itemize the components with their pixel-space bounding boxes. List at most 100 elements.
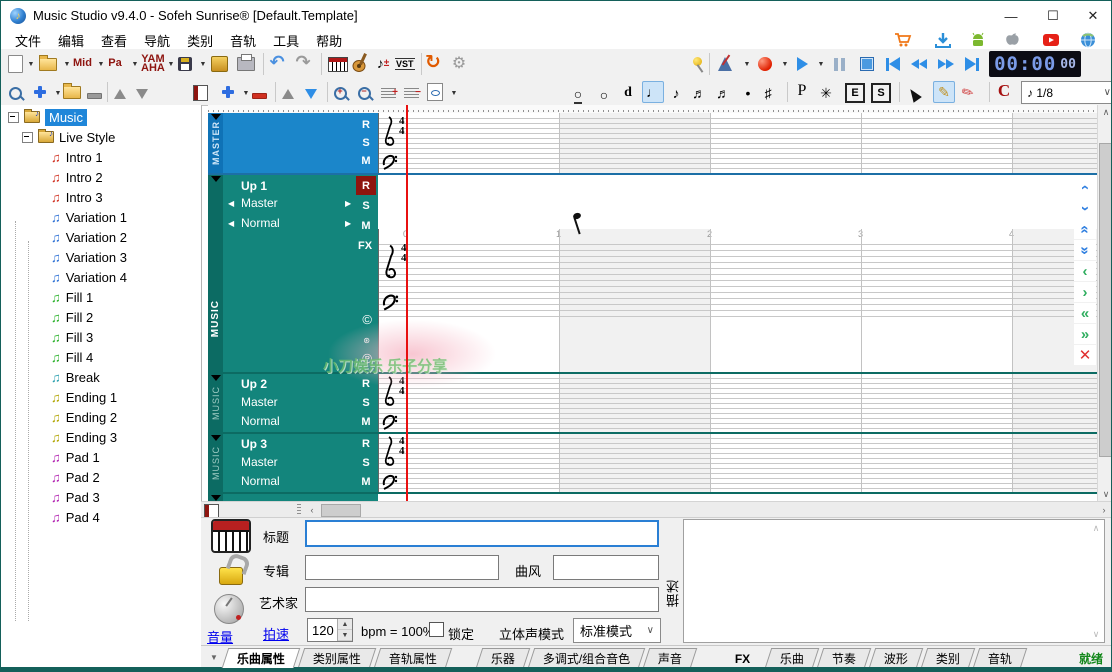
tab-category[interactable]: 类别 (921, 648, 976, 668)
tab-overflow-button[interactable]: ▼ (205, 650, 223, 664)
collapse-icon[interactable] (22, 132, 33, 143)
remove-track-button[interactable] (252, 86, 267, 106)
tree-item-ending-1[interactable]: ♫Ending 1 (51, 387, 117, 407)
metronome-button[interactable] (717, 52, 733, 76)
microphone-button[interactable] (689, 52, 705, 76)
tree-item-variation-3[interactable]: ♫Variation 3 (51, 247, 127, 267)
tree-item-intro-1[interactable]: ♫Intro 1 (51, 147, 103, 167)
note-edit-button[interactable]: ♪± (375, 51, 391, 75)
tab-fx[interactable]: FX (721, 649, 765, 668)
tempo-spinner[interactable]: 120▲▼ (307, 618, 353, 642)
export-button[interactable] (211, 52, 228, 76)
artist-input[interactable] (305, 587, 659, 612)
up1-mode[interactable]: Normal (241, 216, 280, 230)
eraser-tool-button[interactable]: ✎ (961, 82, 975, 102)
nudge-right-button[interactable]: › (1074, 282, 1096, 302)
whole-note-button[interactable]: ○ (597, 85, 611, 105)
quarter-note-button[interactable]: ♩ (642, 81, 664, 103)
volume-link[interactable]: 音量 (207, 627, 233, 646)
search-button[interactable] (8, 83, 22, 103)
up2-staff[interactable]: 44 (378, 374, 1097, 432)
up1-fx-button[interactable]: FX (352, 236, 378, 255)
nudge-left-button[interactable]: ‹ (1074, 261, 1096, 281)
up2-solo-button[interactable]: S (356, 393, 376, 412)
note-length-select[interactable]: ♪ 1/8∨ (1021, 81, 1112, 104)
up2-track-header[interactable]: MUSIC Up 2 R Master S Normal M (208, 374, 378, 432)
title-input[interactable] (305, 520, 659, 547)
next-mode-icon[interactable]: ▶ (345, 219, 351, 228)
insert-staff-button[interactable]: + (381, 84, 396, 104)
scroll-left-arrow[interactable]: ‹ (305, 503, 319, 517)
step-back-button[interactable] (885, 52, 901, 76)
android-icon[interactable] (969, 32, 987, 48)
move-note-down-button[interactable]: › (1074, 198, 1096, 218)
save-button[interactable] (177, 52, 193, 76)
up3-staff[interactable]: 44 (378, 434, 1097, 492)
preview-dropdown[interactable]: ▼ (447, 83, 461, 103)
prev-mode-icon[interactable]: ◀ (228, 219, 234, 228)
menu-edit[interactable]: 编辑 (54, 31, 88, 50)
master-side-strip[interactable]: MASTER (208, 113, 223, 173)
up2-mode[interactable]: Normal (241, 414, 280, 428)
vertical-scroll-thumb[interactable] (1099, 143, 1112, 457)
tree-item-intro-3[interactable]: ♫Intro 3 (51, 187, 103, 207)
move-down-button[interactable] (135, 84, 149, 104)
registered-symbol[interactable]: ⊛ (363, 336, 370, 345)
vst-button[interactable]: VST (395, 52, 415, 76)
album-input[interactable] (305, 555, 499, 580)
up2-track-name[interactable]: Up 2 (241, 377, 267, 391)
up1-track-name[interactable]: Up 1 (241, 179, 267, 193)
partial-track-header[interactable] (208, 494, 378, 501)
stereo-mode-select[interactable]: 标准模式∨ (573, 618, 661, 643)
keyboard-button[interactable] (328, 52, 348, 76)
tree-item-pad-3[interactable]: ♫Pad 3 (51, 487, 100, 507)
tree-item-ending-2[interactable]: ♫Ending 2 (51, 407, 117, 427)
panel-toggle-button[interactable] (193, 83, 208, 103)
delete-note-button[interactable]: ✕ (1074, 345, 1096, 365)
dot-button[interactable]: • (741, 83, 755, 103)
tab-instrument[interactable]: 乐器 (476, 648, 531, 668)
tree-item-pad-1[interactable]: ♫Pad 1 (51, 447, 100, 467)
playhead-cursor[interactable] (406, 105, 408, 501)
snap-magnet-button[interactable]: C (997, 81, 1011, 101)
stop-button[interactable] (859, 52, 875, 76)
pause-button[interactable] (831, 52, 847, 76)
tab-sound[interactable]: 声音 (643, 648, 698, 668)
up3-bank[interactable]: Master (241, 455, 278, 469)
splitter-handle[interactable] (297, 504, 301, 516)
master-track-header[interactable]: MASTER R S M (208, 113, 378, 173)
undo-button[interactable]: ↶ (269, 50, 285, 74)
select-tool-button[interactable] (907, 84, 921, 104)
tab-track[interactable]: 音轨 (973, 648, 1028, 668)
save-dropdown[interactable]: ▼ (195, 52, 211, 76)
download-icon[interactable] (934, 32, 952, 48)
menu-view[interactable]: 查看 (97, 31, 131, 50)
partial-side-strip[interactable] (208, 494, 223, 501)
genre-input[interactable] (553, 555, 659, 580)
up3-track-name[interactable]: Up 3 (241, 437, 267, 451)
eighth-note-button[interactable]: ♪ (669, 83, 683, 103)
midi-button[interactable]: Mid (73, 52, 92, 76)
move-note-up-button[interactable]: ‹ (1074, 177, 1096, 197)
lock-checkbox[interactable] (429, 622, 444, 637)
thirtysecond-note-button[interactable]: ♬ (716, 83, 730, 103)
sixteenth-note-button[interactable]: ♬ (692, 83, 706, 103)
volume-knob[interactable] (214, 594, 244, 624)
up3-side-strip[interactable]: MUSIC (208, 434, 223, 492)
up3-record-button[interactable]: R (356, 434, 376, 453)
tab-song-properties[interactable]: 乐曲属性 (222, 648, 301, 668)
menu-help[interactable]: 帮助 (312, 31, 346, 50)
octave-up-button[interactable]: « (1074, 219, 1096, 239)
up3-mode[interactable]: Normal (241, 474, 280, 488)
master-mute-button[interactable]: M (356, 151, 376, 170)
play-dropdown[interactable]: ▼ (813, 52, 829, 76)
scroll-right-arrow[interactable]: › (1097, 503, 1111, 517)
tree-item-break[interactable]: ♫Break (51, 367, 100, 387)
tab-category-properties[interactable]: 类别属性 (298, 648, 377, 668)
add-track-dropdown[interactable]: ▼ (239, 83, 253, 103)
next-bank-icon[interactable]: ▶ (345, 199, 351, 208)
menu-category[interactable]: 类别 (183, 31, 217, 50)
tree-item-music[interactable]: Music (8, 107, 87, 127)
add-track-button[interactable] (221, 82, 235, 102)
tree-item-variation-1[interactable]: ♫Variation 1 (51, 207, 127, 227)
